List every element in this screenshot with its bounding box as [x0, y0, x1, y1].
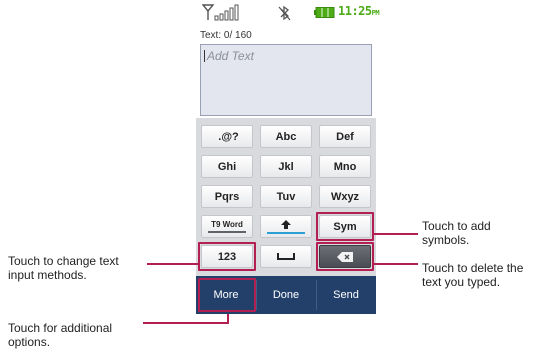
callout-more-line1: Touch for additional	[8, 321, 113, 335]
sym-key-highlight	[316, 212, 374, 241]
status-bar: 11:25PM	[196, 0, 380, 26]
message-text-field[interactable]: Add Text	[200, 44, 372, 116]
callout-delete: Touch to delete the text you typed.	[422, 261, 523, 289]
bluetooth-icon	[278, 5, 291, 21]
bottom-bar: More Done Send	[196, 276, 376, 314]
t9-word-key[interactable]: T9 Word	[201, 215, 253, 238]
shift-content	[267, 219, 305, 234]
key-pqrs[interactable]: Pqrs	[201, 185, 253, 208]
callout-line-input-mode	[147, 263, 198, 265]
key-abc[interactable]: Abc	[260, 125, 312, 148]
input-mode-key-highlight	[198, 242, 256, 271]
callout-input-mode-line1: Touch to change text	[8, 254, 119, 268]
key-ghi[interactable]: Ghi	[201, 155, 253, 178]
text-placeholder: Add Text	[207, 49, 254, 63]
callout-sym: Touch to add symbols.	[422, 219, 491, 247]
more-button-highlight	[198, 278, 256, 312]
space-icon	[277, 253, 295, 260]
t9-word-label: T9 Word	[211, 220, 243, 229]
shift-key[interactable]	[260, 215, 312, 238]
done-button[interactable]: Done	[256, 276, 316, 314]
key-tuv[interactable]: Tuv	[260, 185, 312, 208]
delete-key-highlight	[316, 242, 374, 271]
space-key[interactable]	[260, 245, 312, 268]
shift-indicator-bar	[267, 231, 305, 234]
send-button[interactable]: Send	[316, 276, 376, 314]
callout-sym-line1: Touch to add	[422, 219, 491, 233]
key-wxyz[interactable]: Wxyz	[319, 185, 371, 208]
clock-ampm: PM	[371, 9, 380, 17]
clock-time: 11:25	[338, 4, 372, 18]
callout-sym-line2: symbols.	[422, 233, 470, 247]
shift-arrow-icon	[281, 219, 291, 229]
t9-indicator-bar	[208, 231, 246, 233]
key-def[interactable]: Def	[319, 125, 371, 148]
callout-line-sym	[374, 233, 418, 235]
callout-delete-line1: Touch to delete the	[422, 261, 524, 275]
callout-more-line2: options.	[8, 335, 51, 349]
character-counter: Text: 0/ 160	[200, 30, 252, 41]
key-mno[interactable]: Mno	[319, 155, 371, 178]
text-cursor	[204, 50, 205, 62]
t9-word-content: T9 Word	[208, 220, 246, 233]
callout-delete-line2: text you typed.	[422, 275, 501, 289]
battery-icon	[314, 7, 335, 18]
key-punctuation[interactable]: .@?	[201, 125, 253, 148]
status-clock: 11:25PM	[338, 4, 380, 18]
callout-input-mode: Touch to change text input methods.	[8, 254, 119, 282]
phone-screen: 11:25PM Text: 0/ 160 Add Text .@? Abc De…	[196, 0, 380, 314]
signal-strength-icon	[202, 4, 239, 21]
callout-line-more-horizontal	[143, 322, 229, 324]
callout-line-delete	[374, 263, 418, 265]
keypad: .@? Abc Def Ghi Jkl Mno Pqrs Tuv Wxyz T9…	[196, 118, 376, 276]
key-jkl[interactable]: Jkl	[260, 155, 312, 178]
callout-more: Touch for additional options.	[8, 321, 112, 349]
callout-input-mode-line2: input methods.	[8, 268, 87, 282]
